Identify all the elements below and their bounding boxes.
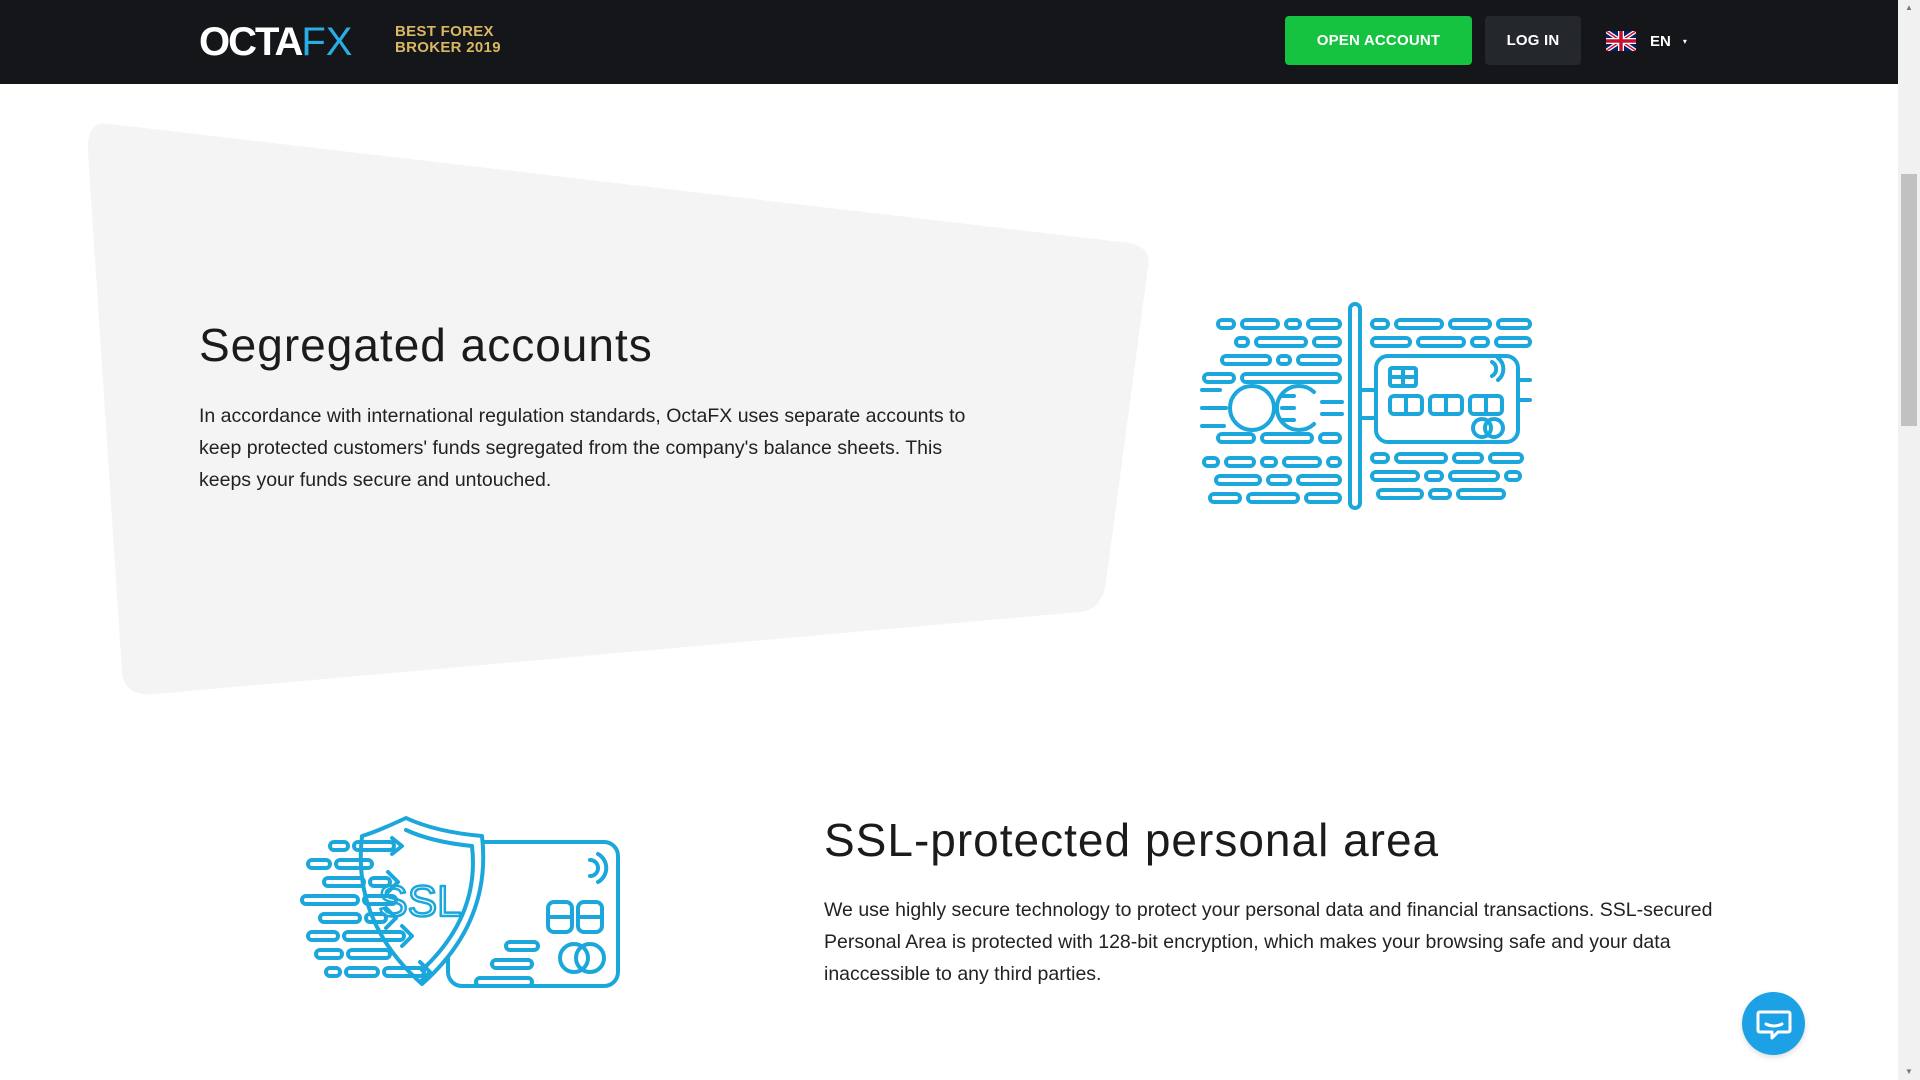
scroll-down-arrow-icon[interactable]: ▼ — [1898, 1064, 1920, 1080]
ssl-illustration-text: SSL — [378, 877, 461, 926]
segregated-accounts-title: Segregated accounts — [199, 319, 653, 371]
award-line-2: BROKER 2019 — [395, 39, 501, 56]
language-selector[interactable]: EN ▾ — [1606, 29, 1687, 53]
page-scrollbar[interactable]: ▲ ▼ — [1898, 0, 1920, 1080]
chat-button[interactable] — [1742, 992, 1805, 1055]
scrollbar-thumb[interactable] — [1901, 174, 1917, 426]
octafx-logo[interactable]: OCTAFX — [199, 22, 352, 62]
award-badge: BEST FOREX BROKER 2019 — [395, 24, 501, 56]
chat-bubble-icon — [1756, 1010, 1791, 1039]
logo-fx: FX — [301, 20, 353, 64]
login-button[interactable]: LOG IN — [1485, 16, 1581, 65]
ssl-personal-area-title: SSL-protected personal area — [824, 814, 1440, 866]
top-navigation-bar: OCTAFX BEST FOREX BROKER 2019 OPEN ACCOU… — [0, 0, 1898, 84]
segregated-accounts-illustration — [1200, 302, 1532, 510]
language-code: EN — [1650, 32, 1671, 50]
scroll-up-arrow-icon[interactable]: ▲ — [1898, 0, 1920, 16]
uk-flag-icon — [1606, 31, 1636, 51]
award-line-1: BEST FOREX — [395, 23, 494, 40]
segregated-accounts-description: In accordance with international regulat… — [199, 405, 966, 491]
logo-octa: OCTA — [199, 20, 303, 64]
open-account-button[interactable]: OPEN ACCOUNT — [1285, 16, 1472, 65]
page: OCTAFX BEST FOREX BROKER 2019 OPEN ACCOU… — [0, 0, 1920, 1080]
ssl-personal-area-description: We use highly secure technology to prote… — [824, 899, 1713, 985]
chevron-down-icon: ▾ — [1682, 36, 1687, 46]
ssl-shield-illustration: SSL — [300, 816, 620, 988]
